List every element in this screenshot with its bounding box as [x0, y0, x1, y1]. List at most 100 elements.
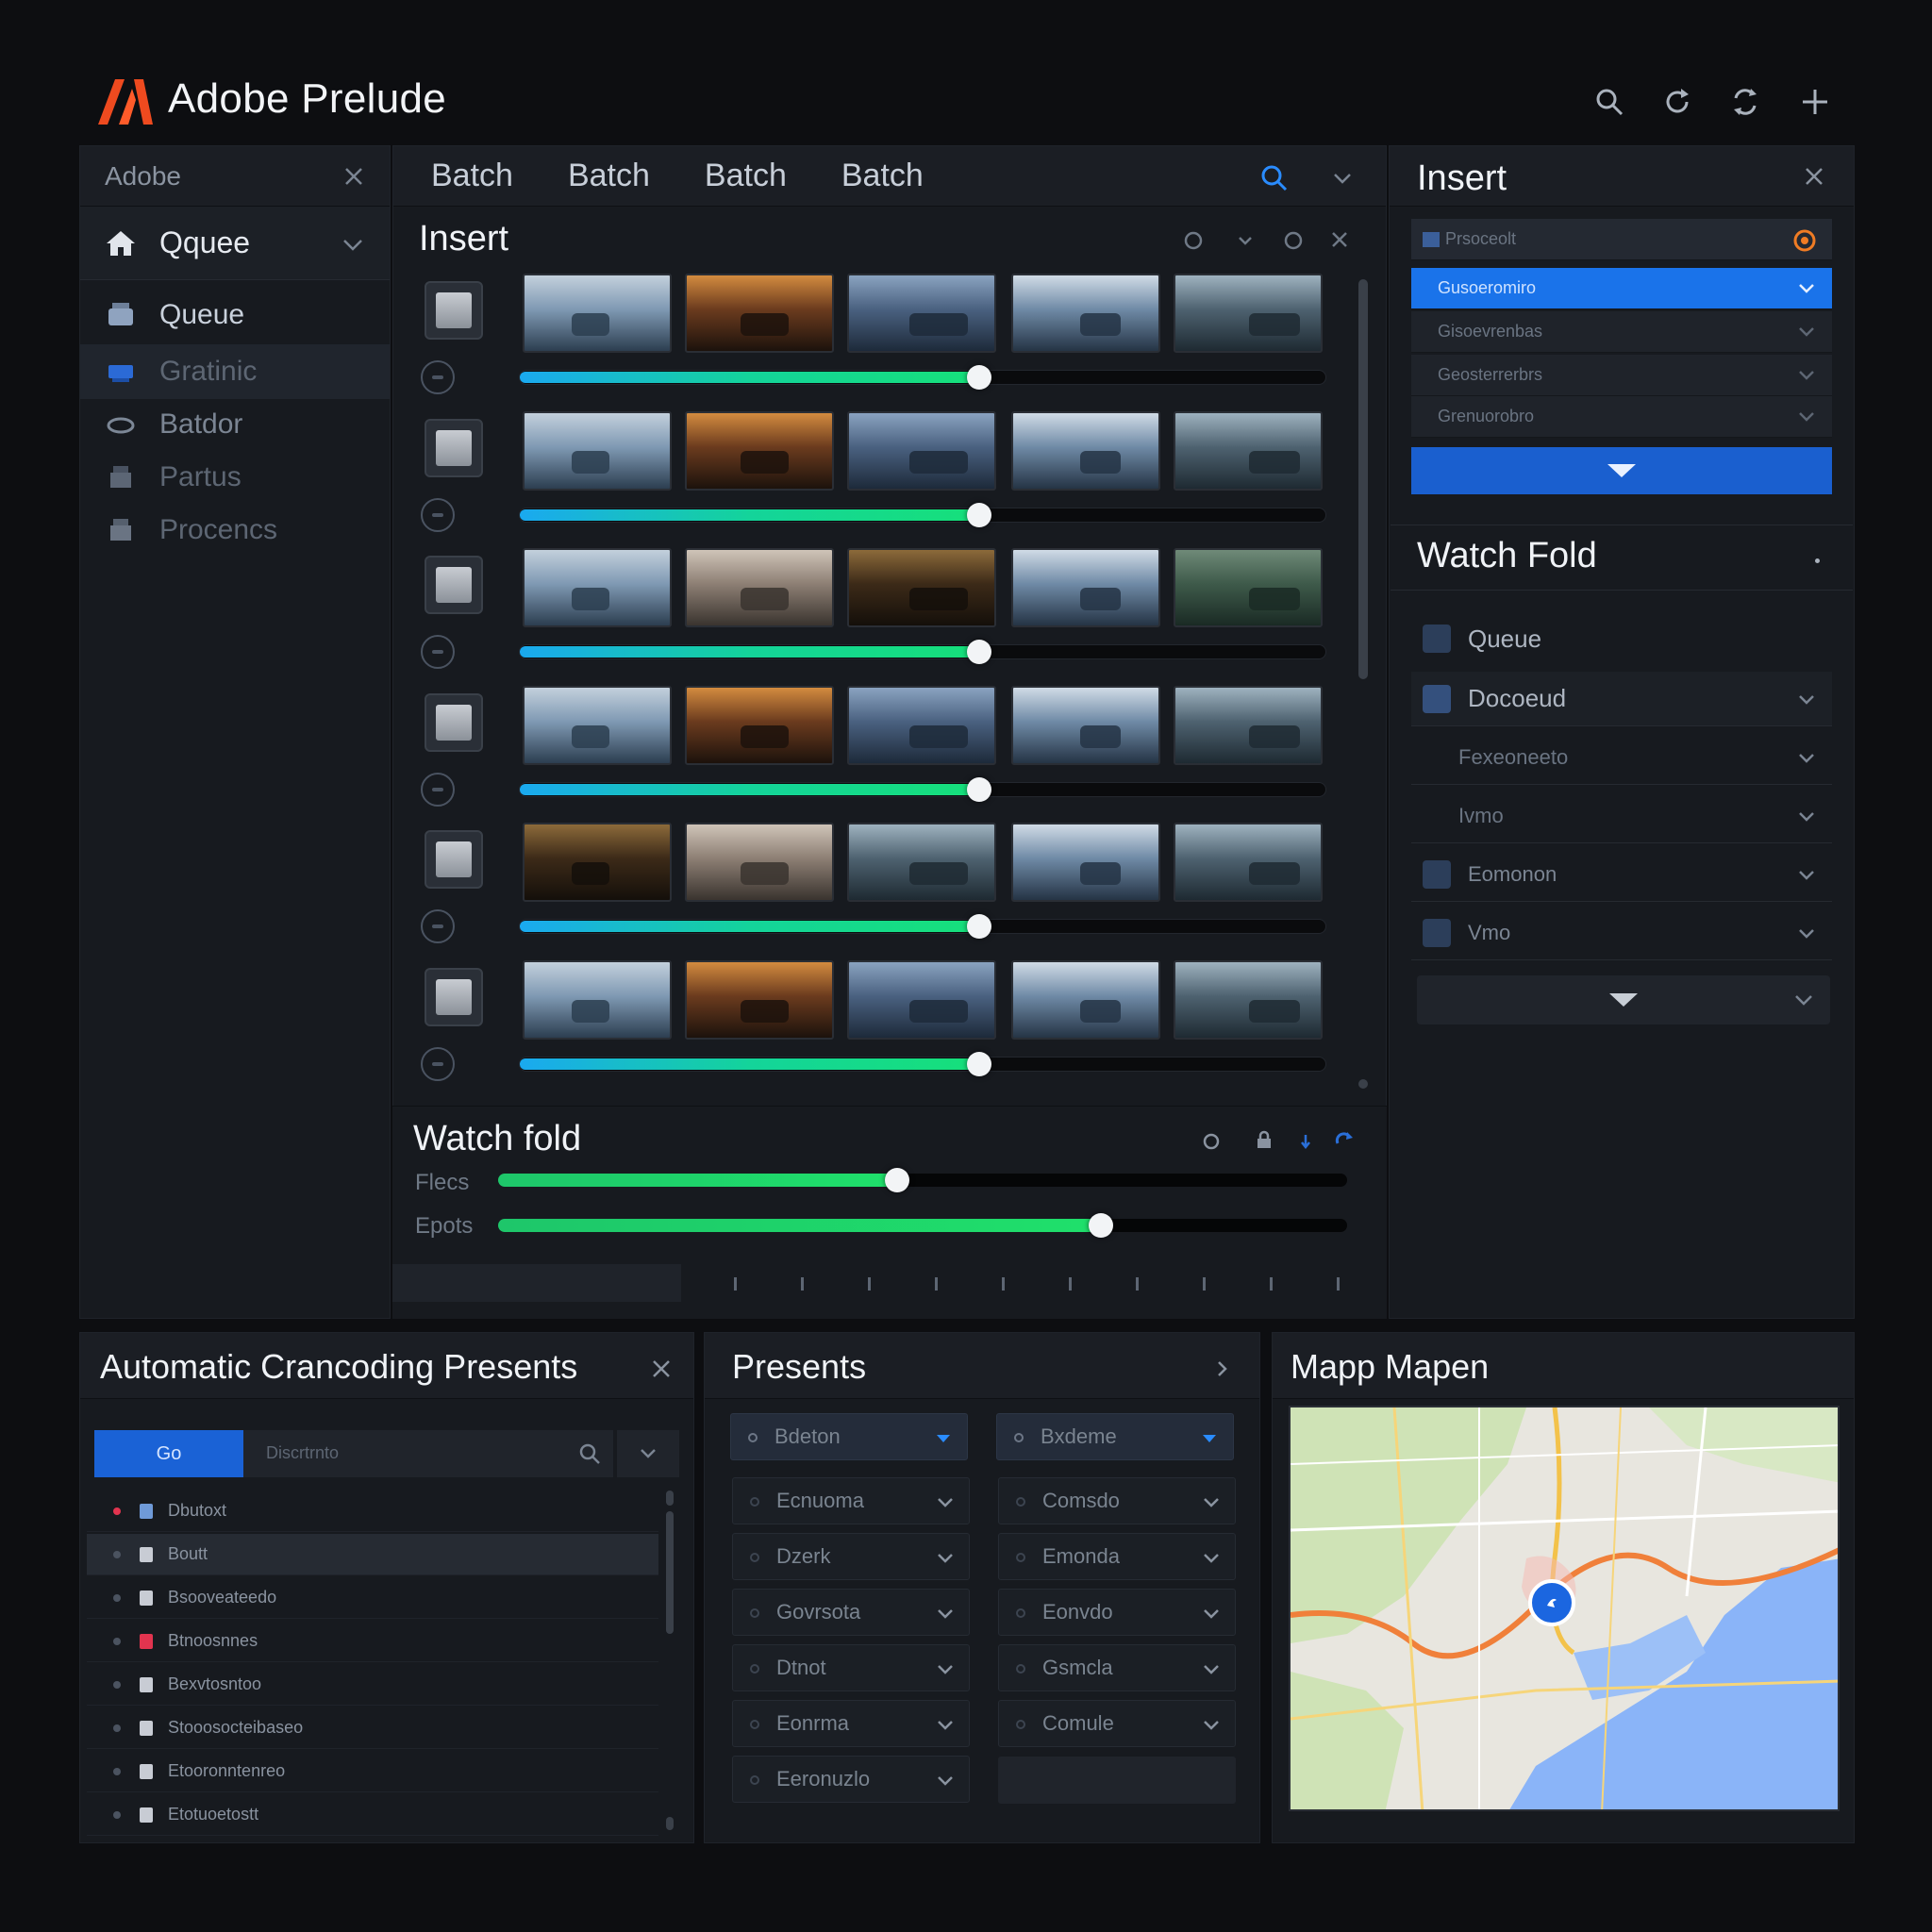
- clip-thumbnail[interactable]: [1174, 274, 1323, 353]
- watch-fold-item[interactable]: Docoeud: [1411, 672, 1832, 726]
- expand-dropdown-button[interactable]: [1411, 447, 1832, 494]
- list-scroll-up[interactable]: [666, 1491, 674, 1506]
- sidebar-section-queue[interactable]: Qquee: [80, 207, 390, 280]
- map-view[interactable]: [1289, 1406, 1840, 1811]
- sidebar-item-queue[interactable]: Queue: [80, 288, 390, 342]
- clip-thumbnail[interactable]: [523, 548, 672, 627]
- chevron-right-icon[interactable]: [1217, 1360, 1228, 1377]
- clip-thumbnail[interactable]: [1011, 959, 1160, 1040]
- clip-status-icon[interactable]: [421, 497, 455, 532]
- clip-progress-track[interactable]: [519, 502, 1326, 527]
- preset-dropdown[interactable]: Eeronuzlo: [732, 1756, 970, 1803]
- clip-status-icon[interactable]: [421, 1046, 455, 1081]
- dropdown-row[interactable]: Prsoceolt: [1411, 219, 1832, 260]
- clip-progress-knob[interactable]: [966, 776, 991, 802]
- clip-select-checkbox[interactable]: [425, 830, 483, 889]
- preset-dropdown[interactable]: Ecnuoma: [732, 1477, 970, 1524]
- timeline-ruler[interactable]: [681, 1264, 1379, 1302]
- close-icon[interactable]: [1804, 166, 1824, 187]
- preset-head-dropdown[interactable]: Bxdeme: [996, 1413, 1234, 1460]
- clip-thumbnail[interactable]: [847, 823, 996, 902]
- sidebar-item-procencs[interactable]: Procencs: [80, 503, 390, 558]
- go-button[interactable]: Go: [94, 1430, 243, 1477]
- sync-icon[interactable]: [1728, 85, 1762, 119]
- sidebar-item-batdor[interactable]: Batdor: [80, 397, 390, 452]
- clip-progress-knob[interactable]: [966, 1051, 991, 1076]
- clip-thumbnail[interactable]: [1011, 410, 1160, 491]
- clip-thumbnail[interactable]: [847, 959, 996, 1040]
- preset-dropdown[interactable]: Comsdo: [998, 1477, 1236, 1524]
- clip-thumbnail[interactable]: [847, 410, 996, 491]
- list-item[interactable]: Etotuoetostt: [87, 1794, 658, 1836]
- clip-thumbnail[interactable]: [523, 823, 672, 902]
- clip-thumbnail[interactable]: [1011, 274, 1160, 353]
- clip-thumbnail[interactable]: [685, 959, 834, 1040]
- list-item[interactable]: Btnoosnnes: [87, 1621, 658, 1662]
- sidebar-item-gratinic[interactable]: Gratinic: [80, 344, 390, 399]
- tab-batch-4[interactable]: Batch: [841, 158, 924, 194]
- chevron-down-icon[interactable]: [1333, 173, 1352, 184]
- circle-icon[interactable]: [1202, 1132, 1221, 1151]
- dropdown-row[interactable]: Grenuorobro: [1411, 396, 1832, 438]
- redo-icon[interactable]: [1334, 1130, 1355, 1151]
- close-icon[interactable]: [342, 165, 365, 188]
- preset-search-input[interactable]: Discrtrnto: [243, 1430, 566, 1477]
- watch-fold-item[interactable]: Fexeoneeto: [1411, 730, 1832, 785]
- watch-fold-item[interactable]: Queue: [1411, 611, 1832, 666]
- watch-fold-item[interactable]: Vmo: [1411, 906, 1832, 960]
- clip-progress-knob[interactable]: [966, 640, 991, 664]
- clip-thumbnail[interactable]: [1174, 823, 1323, 902]
- search-button[interactable]: [566, 1430, 613, 1477]
- clip-thumbnail[interactable]: [1011, 685, 1160, 765]
- close-icon[interactable]: [1330, 230, 1349, 249]
- clip-thumbnail[interactable]: [685, 410, 834, 491]
- clip-thumbnail[interactable]: [847, 685, 996, 765]
- preset-dropdown[interactable]: Gsmcla: [998, 1644, 1236, 1691]
- clip-status-icon[interactable]: [421, 772, 455, 807]
- dropdown-row-selected[interactable]: Gusoeromiro: [1411, 268, 1832, 309]
- list-item[interactable]: Stooosocteibaseo: [87, 1707, 658, 1749]
- clip-progress-track[interactable]: [519, 640, 1326, 664]
- preset-head-dropdown[interactable]: Bdeton: [730, 1413, 968, 1460]
- arrow-down-icon[interactable]: [1300, 1134, 1311, 1149]
- clip-scrollbar[interactable]: [1358, 279, 1368, 679]
- more-icon[interactable]: [1815, 558, 1820, 563]
- list-item[interactable]: Boutt: [87, 1534, 658, 1575]
- list-item[interactable]: Bexvtosntoo: [87, 1664, 658, 1706]
- clip-progress-knob[interactable]: [966, 914, 991, 939]
- dropdown-button[interactable]: [617, 1430, 679, 1477]
- watch-fold-slider-knob[interactable]: [1089, 1213, 1113, 1238]
- clip-thumbnail[interactable]: [685, 685, 834, 765]
- clip-progress-track[interactable]: [519, 776, 1326, 802]
- dropdown-row[interactable]: Geosterrerbrs: [1411, 355, 1832, 396]
- tab-batch-2[interactable]: Batch: [568, 158, 650, 194]
- refresh-icon[interactable]: [1660, 85, 1694, 119]
- clip-progress-track[interactable]: [519, 1051, 1326, 1076]
- preset-dropdown[interactable]: Govrsota: [732, 1589, 970, 1636]
- watch-fold-item[interactable]: Eomonon: [1411, 847, 1832, 902]
- preset-dropdown[interactable]: Eonvdo: [998, 1589, 1236, 1636]
- preset-dropdown[interactable]: Emonda: [998, 1533, 1236, 1580]
- clip-select-checkbox[interactable]: [425, 692, 483, 752]
- clip-progress-track[interactable]: [519, 914, 1326, 939]
- clip-thumbnail[interactable]: [847, 274, 996, 353]
- circle-icon[interactable]: [1183, 230, 1204, 251]
- clip-thumbnail[interactable]: [523, 274, 672, 353]
- clip-thumbnail[interactable]: [523, 959, 672, 1040]
- clip-thumbnail[interactable]: [685, 823, 834, 902]
- expand-watch-fold-button[interactable]: [1417, 975, 1830, 1024]
- clip-thumbnail[interactable]: [523, 410, 672, 491]
- clip-select-checkbox[interactable]: [425, 556, 483, 614]
- list-item[interactable]: Etooronntenreo: [87, 1751, 658, 1792]
- clip-status-icon[interactable]: [421, 360, 455, 394]
- add-icon[interactable]: [1798, 85, 1832, 119]
- clip-thumbnail[interactable]: [1174, 410, 1323, 491]
- clip-select-checkbox[interactable]: [425, 281, 483, 340]
- preset-dropdown[interactable]: Eonrma: [732, 1700, 970, 1747]
- clip-thumbnail[interactable]: [1174, 685, 1323, 765]
- watch-fold-slider-track[interactable]: [498, 1213, 1347, 1238]
- location-pin-icon[interactable]: [1528, 1579, 1575, 1626]
- tab-batch-3[interactable]: Batch: [705, 158, 787, 194]
- search-icon[interactable]: [1259, 163, 1290, 193]
- close-icon[interactable]: [651, 1358, 672, 1379]
